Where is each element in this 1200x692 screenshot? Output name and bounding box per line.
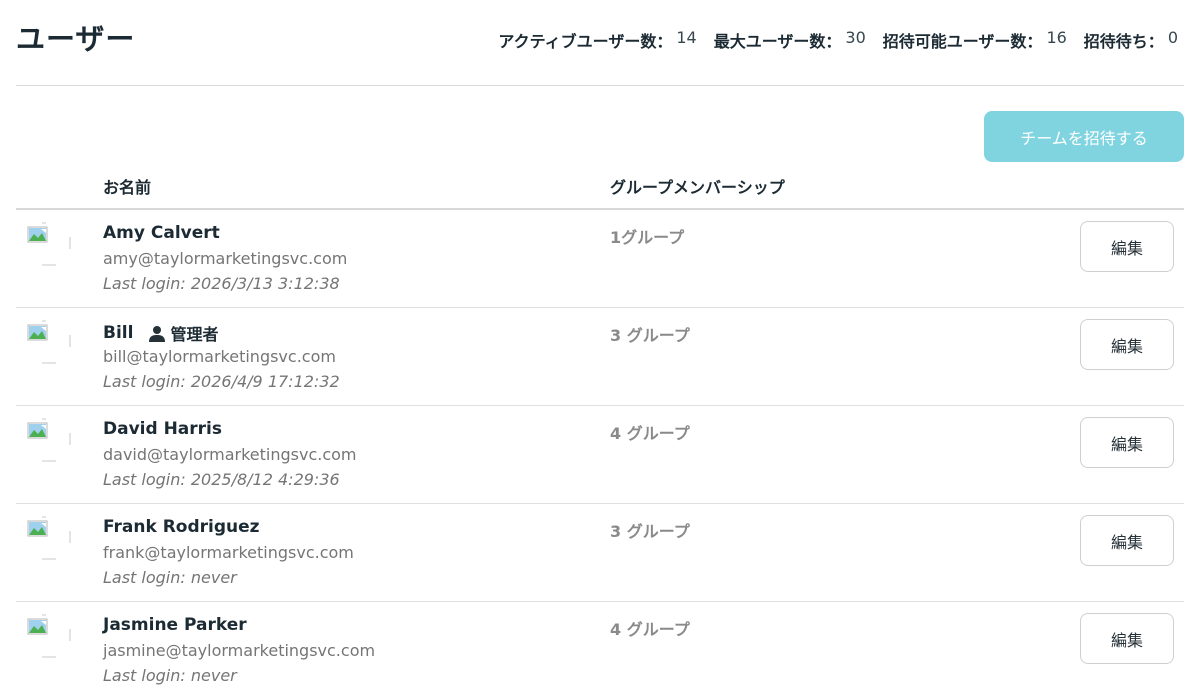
page-header: ユーザー アクティブユーザー数： 14 最大ユーザー数： 30 招待可能ユーザー…	[16, 0, 1184, 86]
admin-badge: 管理者	[149, 321, 218, 345]
user-group-count: 3 グループ	[610, 522, 690, 541]
user-stats: アクティブユーザー数： 14 最大ユーザー数： 30 招待可能ユーザー数： 16…	[481, 28, 1178, 52]
column-header-groups: グループメンバーシップ	[610, 178, 785, 197]
user-email: jasmine@taylormarketingsvc.com	[103, 641, 376, 660]
avatar	[26, 516, 72, 560]
stat-invitable-users: 招待可能ユーザー数： 16	[883, 28, 1067, 52]
user-row: Amy Calvert amy@taylormarketingsvc.com L…	[16, 210, 1184, 308]
stat-label: 最大ユーザー数：	[713, 32, 842, 51]
stat-value: 30	[845, 28, 866, 47]
edit-button[interactable]: 編集	[1080, 515, 1174, 566]
broken-image-icon	[27, 614, 71, 658]
user-email: david@taylormarketingsvc.com	[103, 445, 357, 464]
user-row: Bill 管理者 bill@taylormarketingsvc.com Las…	[16, 308, 1184, 406]
broken-image-icon	[27, 222, 71, 266]
user-email: frank@taylormarketingsvc.com	[103, 543, 354, 562]
edit-button[interactable]: 編集	[1080, 613, 1174, 664]
stat-label: 招待可能ユーザー数：	[882, 32, 1043, 51]
user-email: amy@taylormarketingsvc.com	[103, 249, 348, 268]
stat-active-users: アクティブユーザー数： 14	[498, 28, 696, 52]
user-list: Amy Calvert amy@taylormarketingsvc.com L…	[16, 210, 1184, 692]
user-group-count: 4 グループ	[610, 620, 690, 639]
user-last-login: Last login: 2026/4/9 17:12:32	[103, 372, 340, 391]
column-header-name: お名前	[103, 178, 152, 197]
broken-image-icon	[27, 418, 71, 462]
broken-image-icon	[27, 516, 71, 560]
user-last-login: Last login: never	[103, 568, 237, 587]
avatar	[26, 222, 72, 266]
user-row: David Harris david@taylormarketingsvc.co…	[16, 406, 1184, 504]
admin-label: 管理者	[170, 325, 219, 344]
stat-max-users: 最大ユーザー数： 30	[714, 28, 866, 52]
stat-value: 16	[1046, 28, 1067, 47]
avatar	[26, 614, 72, 658]
user-last-login: Last login: 2025/8/12 4:29:36	[103, 470, 340, 489]
user-name-text: Jasmine Parker	[103, 615, 247, 635]
avatar	[26, 418, 72, 462]
user-name: Frank Rodriguez	[103, 517, 260, 537]
user-name: Jasmine Parker	[103, 615, 247, 635]
user-name: Amy Calvert	[103, 223, 220, 243]
broken-image-icon	[27, 320, 71, 364]
user-group-count: 3 グループ	[610, 326, 690, 345]
person-icon	[149, 325, 166, 342]
user-row: Jasmine Parker jasmine@taylormarketingsv…	[16, 602, 1184, 692]
user-group-count: 4 グループ	[610, 424, 690, 443]
edit-button[interactable]: 編集	[1080, 319, 1174, 370]
user-last-login: Last login: 2026/3/13 3:12:38	[103, 274, 340, 293]
page-title: ユーザー	[16, 22, 136, 56]
stat-label: 招待待ち：	[1083, 32, 1164, 51]
stat-label: アクティブユーザー数：	[498, 32, 673, 51]
avatar	[26, 320, 72, 364]
user-email: bill@taylormarketingsvc.com	[103, 347, 336, 366]
stat-value: 0	[1167, 28, 1178, 47]
stat-value: 14	[676, 28, 697, 47]
edit-button[interactable]: 編集	[1080, 221, 1174, 272]
edit-button[interactable]: 編集	[1080, 417, 1174, 468]
user-name-text: Bill	[103, 323, 134, 343]
invite-team-button[interactable]: チームを招待する	[984, 111, 1184, 162]
user-group-count: 1グループ	[610, 228, 685, 247]
user-name-text: David Harris	[103, 419, 222, 439]
user-name: Bill 管理者	[103, 321, 218, 345]
user-name: David Harris	[103, 419, 222, 439]
user-last-login: Last login: never	[103, 666, 237, 685]
stat-pending-invites: 招待待ち： 0	[1084, 28, 1178, 52]
user-name-text: Frank Rodriguez	[103, 517, 260, 537]
user-row: Frank Rodriguez frank@taylormarketingsvc…	[16, 504, 1184, 602]
user-name-text: Amy Calvert	[103, 223, 220, 243]
